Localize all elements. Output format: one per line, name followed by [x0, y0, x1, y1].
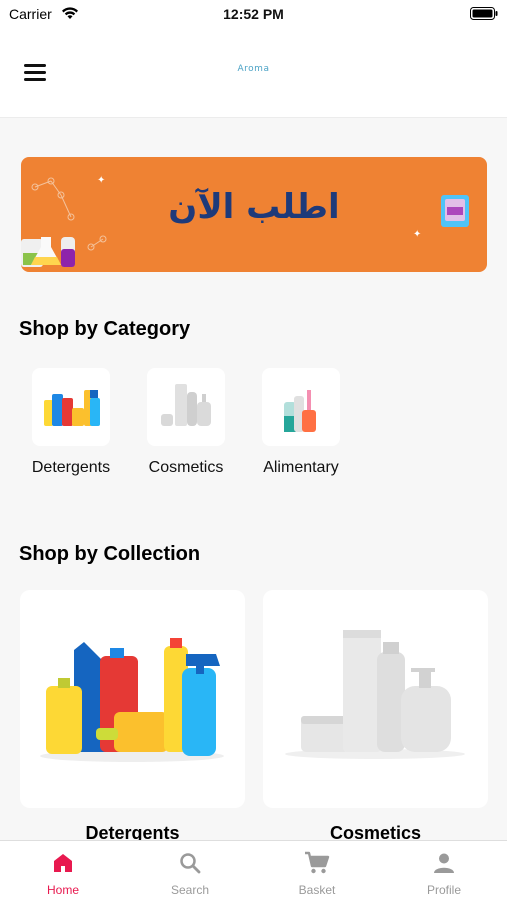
clock: 12:52 PM — [223, 6, 284, 22]
detergents-image — [32, 368, 110, 446]
banner-title: اطلب الآن — [168, 187, 340, 227]
home-icon — [54, 854, 72, 872]
cosmetics-image — [147, 368, 225, 446]
tab-label: Basket — [298, 883, 336, 897]
collection-cosmetics[interactable]: Cosmetics — [263, 590, 488, 844]
tab-label: Search — [170, 883, 210, 897]
collection-section-title: Shop by Collection — [19, 543, 201, 565]
tab-label: Home — [46, 883, 79, 897]
order-now-banner[interactable]: ✦ ✦ اطلب الآن — [21, 157, 487, 272]
battery-icon — [470, 7, 498, 20]
sparkle-icon: ✦ — [97, 175, 106, 186]
category-detergents[interactable]: Detergents — [26, 368, 116, 478]
category-section-title: Shop by Category — [19, 318, 191, 340]
tab-home[interactable]: Home — [0, 841, 126, 900]
status-bar: Carrier 12:52 PM — [0, 0, 507, 30]
category-label: Cosmetics — [148, 459, 224, 476]
category-cosmetics[interactable]: Cosmetics — [141, 368, 231, 478]
app-header: Aroma — [0, 30, 507, 118]
cosmetics-photo — [285, 630, 465, 759]
tab-basket[interactable]: Basket — [254, 841, 380, 900]
app-logo: Aroma — [237, 64, 270, 74]
tab-search[interactable]: Search — [127, 841, 253, 900]
detergents-card — [20, 590, 245, 808]
category-label: Detergents — [31, 459, 111, 476]
hamburger-line — [24, 78, 46, 81]
alimentary-icon — [284, 390, 316, 432]
search-icon — [180, 853, 201, 874]
collection-detergents[interactable]: Detergents — [20, 590, 245, 844]
detergents-photo — [40, 638, 224, 762]
category-label: Alimentary — [263, 459, 339, 476]
profile-icon — [434, 853, 454, 873]
product-box-icon — [441, 195, 469, 227]
cosmetics-icon — [161, 384, 211, 426]
alimentary-image — [262, 368, 340, 446]
detergents-icon — [44, 390, 100, 426]
bottom-tab-bar: Home Search Basket Profile — [0, 840, 507, 900]
tab-profile[interactable]: Profile — [381, 841, 507, 900]
category-alimentary[interactable]: Alimentary — [256, 368, 346, 478]
tab-label: Profile — [426, 883, 461, 897]
cart-icon — [305, 851, 330, 874]
sparkle-icon: ✦ — [413, 229, 422, 240]
cosmetics-card — [263, 590, 488, 808]
